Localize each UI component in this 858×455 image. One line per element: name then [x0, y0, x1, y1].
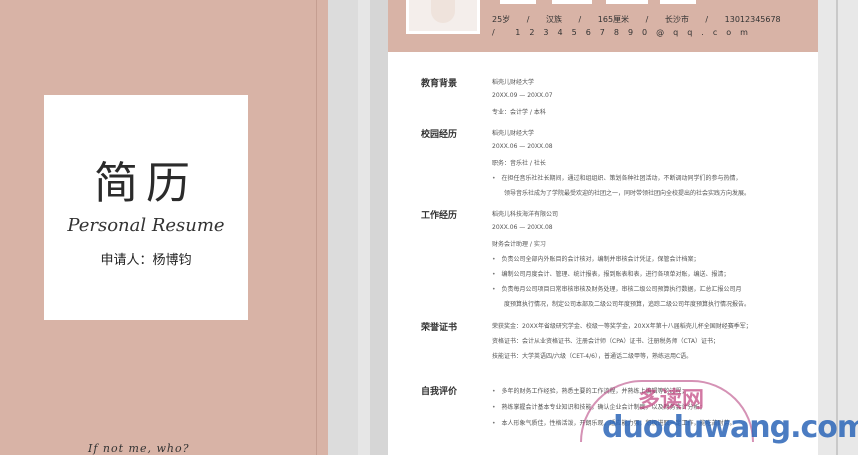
education-major: 专业：会计学 / 本科 [492, 109, 546, 116]
cover-divider [316, 0, 317, 455]
personal-info: 25岁 / 汉族 / 165厘米 / 长沙市 / 13012345678 [492, 14, 795, 25]
header-tab-decoration [660, 0, 696, 4]
profile-photo [406, 0, 480, 34]
work-bullet: 编制公司月度会计、管理、统计报表，报到账表和表，进行各项单对账，编送、报清； [492, 269, 730, 278]
header-tab-decoration [500, 0, 536, 4]
section-label-work: 工作经历 [421, 211, 458, 221]
section-label-self: 自我评价 [421, 387, 458, 397]
info-email: / 1234567890@qq.com [492, 28, 757, 37]
info-sep: / [578, 15, 582, 24]
info-sep: / [645, 15, 649, 24]
page-edge-shadow [370, 0, 390, 455]
section-label-campus: 校园经历 [421, 130, 458, 140]
section-label-awards: 荣誉证书 [421, 323, 458, 333]
watermark-logo-text: duoduwang.com [602, 410, 858, 445]
resume-header: 25岁 / 汉族 / 165厘米 / 长沙市 / 13012345678 / 1… [388, 0, 818, 52]
info-sep: / [705, 15, 709, 24]
campus-school: 稻壳儿财经大学 [492, 130, 535, 137]
info-phone: 13012345678 [724, 15, 781, 24]
work-bullet: 负责每月公司项目日常审核审核及财务处理，审核二级公司预算执行数据，汇总汇报公司月 [492, 284, 742, 293]
work-company: 稻壳儿科技海洋有限公司 [492, 211, 559, 218]
info-sep: / [526, 15, 530, 24]
page-gap [328, 0, 358, 455]
awards-line: 技能证书：大学英语四/六级（CET-4/6），普通话二级甲等，熟练运用C语。 [492, 353, 693, 360]
awards-line: 荣获奖金：20XX年省级研究学金、校级一等奖学金，20XX年第十八届稻壳儿杯全国… [492, 323, 752, 330]
info-city: 长沙市 [664, 15, 689, 24]
campus-role: 职务：音乐社 / 社长 [492, 160, 546, 167]
awards-line: 资格证书：会计从业资格证书、注册会计师（CPA）证书、注册税务师（CTA）证书； [492, 338, 720, 345]
cover-subtitle: Personal Resume [67, 215, 225, 236]
info-age: 25岁 [492, 15, 511, 24]
avatar [431, 0, 455, 23]
info-height: 165厘米 [597, 15, 630, 24]
resume-page: 25岁 / 汉族 / 165厘米 / 长沙市 / 13012345678 / 1… [388, 0, 818, 455]
campus-bullet-cont: 领导音乐社成为了学院最受欢迎的社团之一，同时带领社团向全校提出的社会实践方向发展… [504, 190, 751, 197]
work-bullet-cont: 度预算执行情况，制定公司本部及二级公司年度预算，追踪二级公司年度预算执行情况报告… [504, 301, 751, 308]
cover-applicant: 申请人：杨博钧 [100, 253, 192, 268]
campus-dates: 20XX.06 — 20XX.08 [492, 143, 553, 150]
section-label-education: 教育背景 [421, 79, 458, 89]
cover-quote: If not me, who? [88, 442, 190, 455]
work-dates: 20XX.06 — 20XX.08 [492, 224, 553, 231]
scroll-track [836, 0, 838, 455]
header-tab-decoration [606, 0, 648, 4]
cover-card: 简历 Personal Resume 申请人：杨博钧 [44, 95, 248, 320]
education-school: 稻壳儿财经大学 [492, 79, 535, 86]
education-dates: 20XX.09 — 20XX.07 [492, 92, 553, 99]
work-bullet: 负责公司全部内外账目的会计核对，编制并审核会计凭证，保管会计档案； [492, 254, 700, 263]
campus-bullet: 在担任音乐社社长期间，通过和组组织、策划各种社团活动，不断调动同学们的参与热情， [492, 173, 742, 182]
header-tab-decoration [552, 0, 592, 4]
page-margin-right [818, 0, 858, 455]
work-role: 财务会计助理 / 实习 [492, 241, 546, 248]
cover-title: 简历 [94, 158, 198, 209]
info-ethnicity: 汉族 [545, 15, 562, 24]
cover-page: 简历 Personal Resume 申请人：杨博钧 If not me, wh… [0, 0, 328, 455]
